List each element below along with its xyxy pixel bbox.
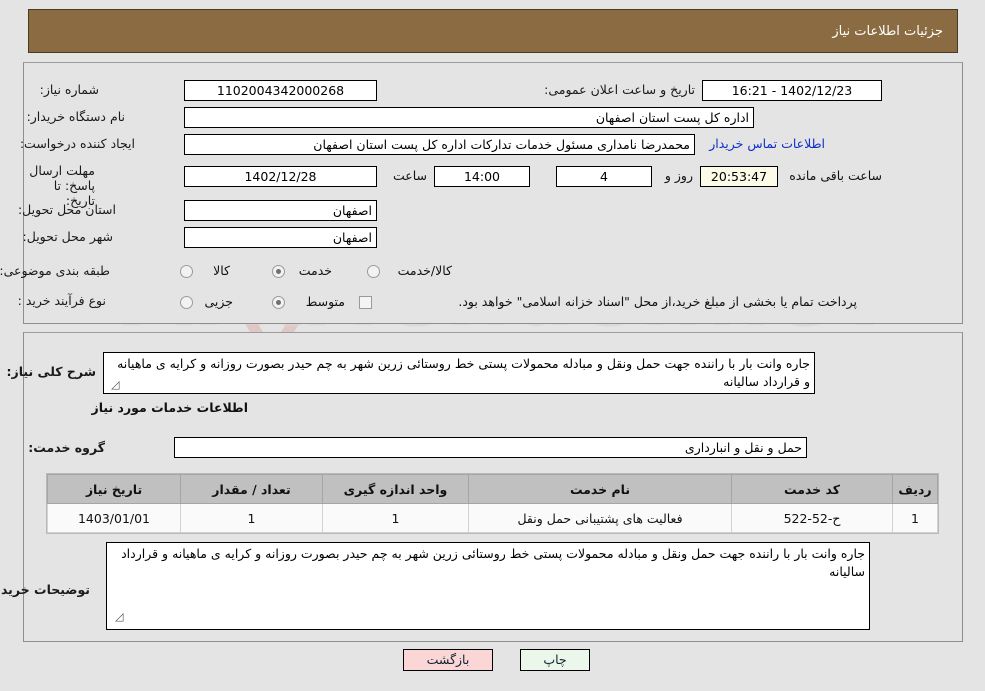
province-value: اصفهان: [184, 200, 377, 221]
treasury-bond-note: پرداخت تمام یا بخشی از مبلغ خرید،از محل …: [458, 294, 857, 309]
buyer-contact-link[interactable]: اطلاعات تماس خریدار: [709, 136, 825, 151]
print-button[interactable]: چاپ: [520, 649, 590, 671]
radio-category-kala-label: کالا: [213, 263, 230, 278]
summary-label: شرح کلی نیاز:: [6, 364, 96, 379]
radio-category-kala[interactable]: [180, 265, 193, 278]
province-label: استان محل تحویل:: [17, 202, 116, 217]
buyer-org-label: نام دستگاه خریدار:: [26, 109, 125, 124]
back-button[interactable]: بازگشت: [403, 649, 493, 671]
radio-process-jozei-label: جزیی: [204, 294, 233, 309]
radio-category-kala-khedmat[interactable]: [367, 265, 380, 278]
city-label: شهر محل تحویل:: [22, 229, 113, 244]
service-group-value: حمل و نقل و انبارداری: [174, 437, 807, 458]
treasury-bond-checkbox[interactable]: [359, 296, 372, 309]
requester-value: محمدرضا نامداری مسئول خدمات تدارکات ادار…: [184, 134, 695, 155]
public-announce-label: تاریخ و ساعت اعلان عمومی:: [544, 82, 695, 97]
radio-category-khedmat-label: خدمت: [298, 263, 332, 278]
remaining-time-countdown: 20:53:47: [700, 166, 778, 187]
need-info-panel: [23, 62, 963, 324]
services-table-wrapper: ردیف کد خدمت نام خدمت واحد اندازه گیری ت…: [46, 473, 939, 534]
days-and-label: روز و: [664, 168, 693, 183]
col-quantity: تعداد / مقدار: [180, 474, 323, 504]
remaining-days-value: 4: [556, 166, 652, 187]
remaining-suffix-label: ساعت باقی مانده: [789, 168, 882, 183]
deadline-date-value: 1402/12/28: [184, 166, 377, 187]
table-row: 1 ح-52-522 فعالیت های پشتیبانی حمل ونقل …: [47, 503, 938, 533]
city-value: اصفهان: [184, 227, 377, 248]
radio-category-kala-khedmat-label: کالا/خدمت: [397, 263, 452, 278]
cell-quantity: 1: [180, 503, 323, 533]
table-header-row: ردیف کد خدمت نام خدمت واحد اندازه گیری ت…: [47, 474, 938, 504]
col-radif: ردیف: [892, 474, 938, 504]
deadline-time-value: 14:00: [434, 166, 530, 187]
cell-radif: 1: [892, 503, 938, 533]
page-header: جزئیات اطلاعات نیاز: [28, 9, 958, 53]
hour-label: ساعت: [392, 168, 427, 183]
services-table: ردیف کد خدمت نام خدمت واحد اندازه گیری ت…: [47, 474, 938, 533]
buyer-notes-textarea[interactable]: جاره وانت بار با راننده جهت حمل ونقل و م…: [106, 542, 870, 630]
radio-process-motavaset[interactable]: [272, 296, 285, 309]
buyer-notes-label: توضیحات خریدار:: [0, 582, 90, 597]
cell-date: 1403/01/01: [47, 503, 181, 533]
page-title: جزئیات اطلاعات نیاز: [832, 23, 943, 39]
radio-process-jozei[interactable]: [180, 296, 193, 309]
radio-category-khedmat[interactable]: [272, 265, 285, 278]
category-label: طبقه بندی موضوعی:: [0, 263, 110, 278]
requester-label: ایجاد کننده درخواست:: [19, 136, 135, 151]
cell-unit: 1: [322, 503, 469, 533]
summary-textarea[interactable]: جاره وانت بار با راننده جهت حمل ونقل و م…: [103, 352, 815, 394]
buyer-org-value: اداره کل پست استان اصفهان: [184, 107, 754, 128]
col-unit: واحد اندازه گیری: [322, 474, 469, 504]
cell-code: ح-52-522: [731, 503, 893, 533]
public-announce-value: 1402/12/23 - 16:21: [702, 80, 882, 101]
services-section-heading: اطلاعات خدمات مورد نیاز: [91, 400, 249, 415]
col-date: تاریخ نیاز: [47, 474, 181, 504]
process-label: نوع فرآیند خرید :: [17, 293, 106, 308]
need-number-value: 1102004342000268: [184, 80, 377, 101]
page-root: AriaTender.net جزئیات اطلاعات نیاز شماره…: [0, 0, 985, 691]
need-number-label: شماره نیاز:: [39, 82, 99, 97]
cell-name: فعالیت های پشتیبانی حمل ونقل: [468, 503, 732, 533]
col-code: کد خدمت: [731, 474, 893, 504]
col-name: نام خدمت: [468, 474, 732, 504]
service-group-label: گروه خدمت:: [28, 440, 105, 455]
radio-process-motavaset-label: متوسط: [305, 294, 345, 309]
